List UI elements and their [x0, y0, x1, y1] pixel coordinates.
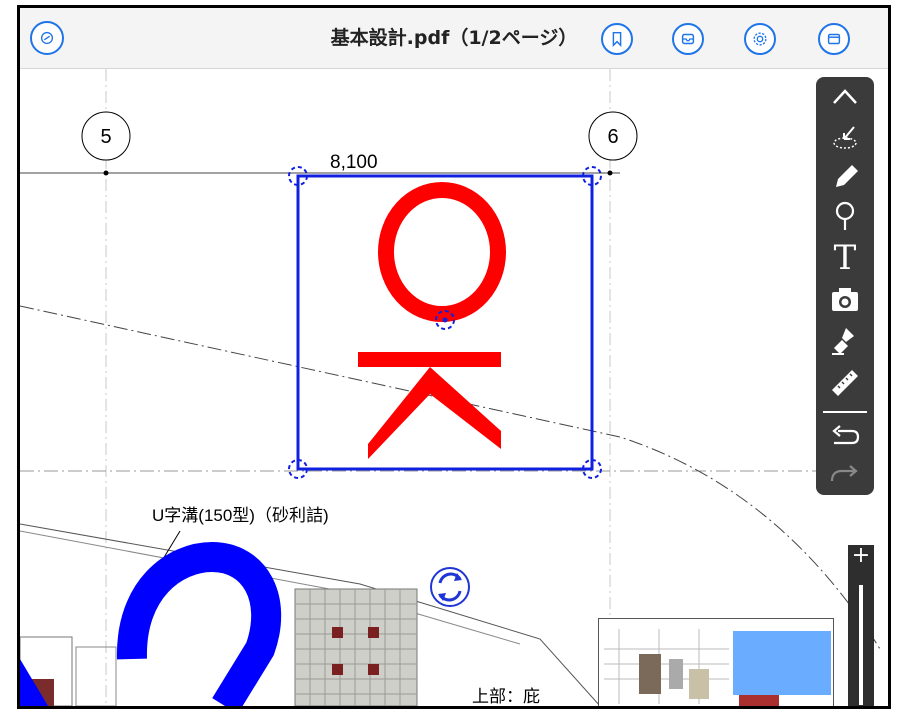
stamp-letter-o [378, 182, 506, 322]
svg-text:T: T [834, 239, 857, 273]
zoom-track[interactable] [859, 585, 863, 705]
measure-tool[interactable] [825, 364, 865, 402]
window-icon [827, 33, 841, 45]
undo-icon [832, 425, 860, 445]
pencil-tool[interactable] [825, 157, 865, 195]
ruler-icon [832, 370, 858, 396]
redo-icon [830, 465, 858, 482]
inbox-icon [681, 33, 695, 45]
page-minimap[interactable] [598, 618, 834, 706]
roof-label: 上部：庇 [472, 687, 540, 706]
ok-stamp[interactable] [358, 182, 506, 459]
collapse-chevron-icon [833, 89, 857, 104]
stamp-icon [832, 328, 854, 355]
lasso-select-tool[interactable] [825, 117, 865, 155]
pencil-icon [836, 165, 858, 187]
settings-button[interactable] [744, 23, 776, 55]
building-block [20, 636, 117, 706]
window-button[interactable] [818, 23, 850, 55]
dimension-dot [103, 170, 109, 176]
dimension-label: 8,100 [330, 152, 378, 173]
settings-gear-icon [753, 32, 767, 46]
app-window: 基本設計.pdf（1/2ページ） 5 6 8,100 U字溝(150型)（砂利詰… [17, 5, 891, 709]
tiled-building [294, 588, 418, 706]
rotate-icon[interactable] [430, 567, 470, 607]
zoom-slider: + [848, 545, 874, 706]
zoom-in-button[interactable]: + [848, 545, 874, 569]
bookmark-button[interactable] [601, 23, 633, 55]
camera-tool[interactable] [825, 280, 865, 318]
minimap-thumbnail [599, 619, 833, 706]
text-tool-icon: T [834, 239, 857, 273]
pin-icon [835, 201, 855, 230]
drawing-canvas[interactable]: 5 6 8,100 U字溝(150型)（砂利詰) 上部：庇 [20, 69, 888, 706]
dimension-dot [607, 170, 613, 176]
text-tool[interactable]: T [825, 237, 865, 275]
camera-icon [832, 288, 858, 311]
ditch-label: U字溝(150型)（砂利詰) [152, 506, 329, 525]
annotation-number-2[interactable] [116, 541, 282, 706]
toolbar-divider [823, 411, 867, 413]
stamp-letter-k-arms [368, 367, 501, 459]
grid-marker-label: 5 [100, 126, 111, 148]
top-bar: 基本設計.pdf（1/2ページ） [20, 8, 888, 69]
inbox-button[interactable] [672, 23, 704, 55]
pin-tool[interactable] [825, 197, 865, 235]
annotation-toolbar: T [816, 77, 874, 495]
rotate-center-dot [442, 317, 448, 323]
bookmark-icon [612, 31, 622, 48]
collapse-button[interactable] [825, 79, 865, 117]
minimap-viewport[interactable] [733, 631, 831, 695]
lasso-select-icon [833, 126, 857, 149]
grid-marker-label: 6 [607, 126, 618, 148]
redo-button[interactable] [825, 455, 865, 493]
stamp-tool[interactable] [825, 322, 865, 360]
stamp-letter-k-stem [358, 352, 501, 367]
undo-button[interactable] [825, 419, 865, 457]
